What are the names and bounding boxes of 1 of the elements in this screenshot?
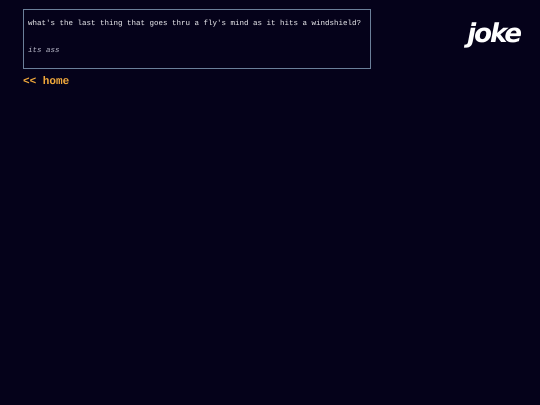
home-link[interactable]: << home [23, 75, 70, 89]
